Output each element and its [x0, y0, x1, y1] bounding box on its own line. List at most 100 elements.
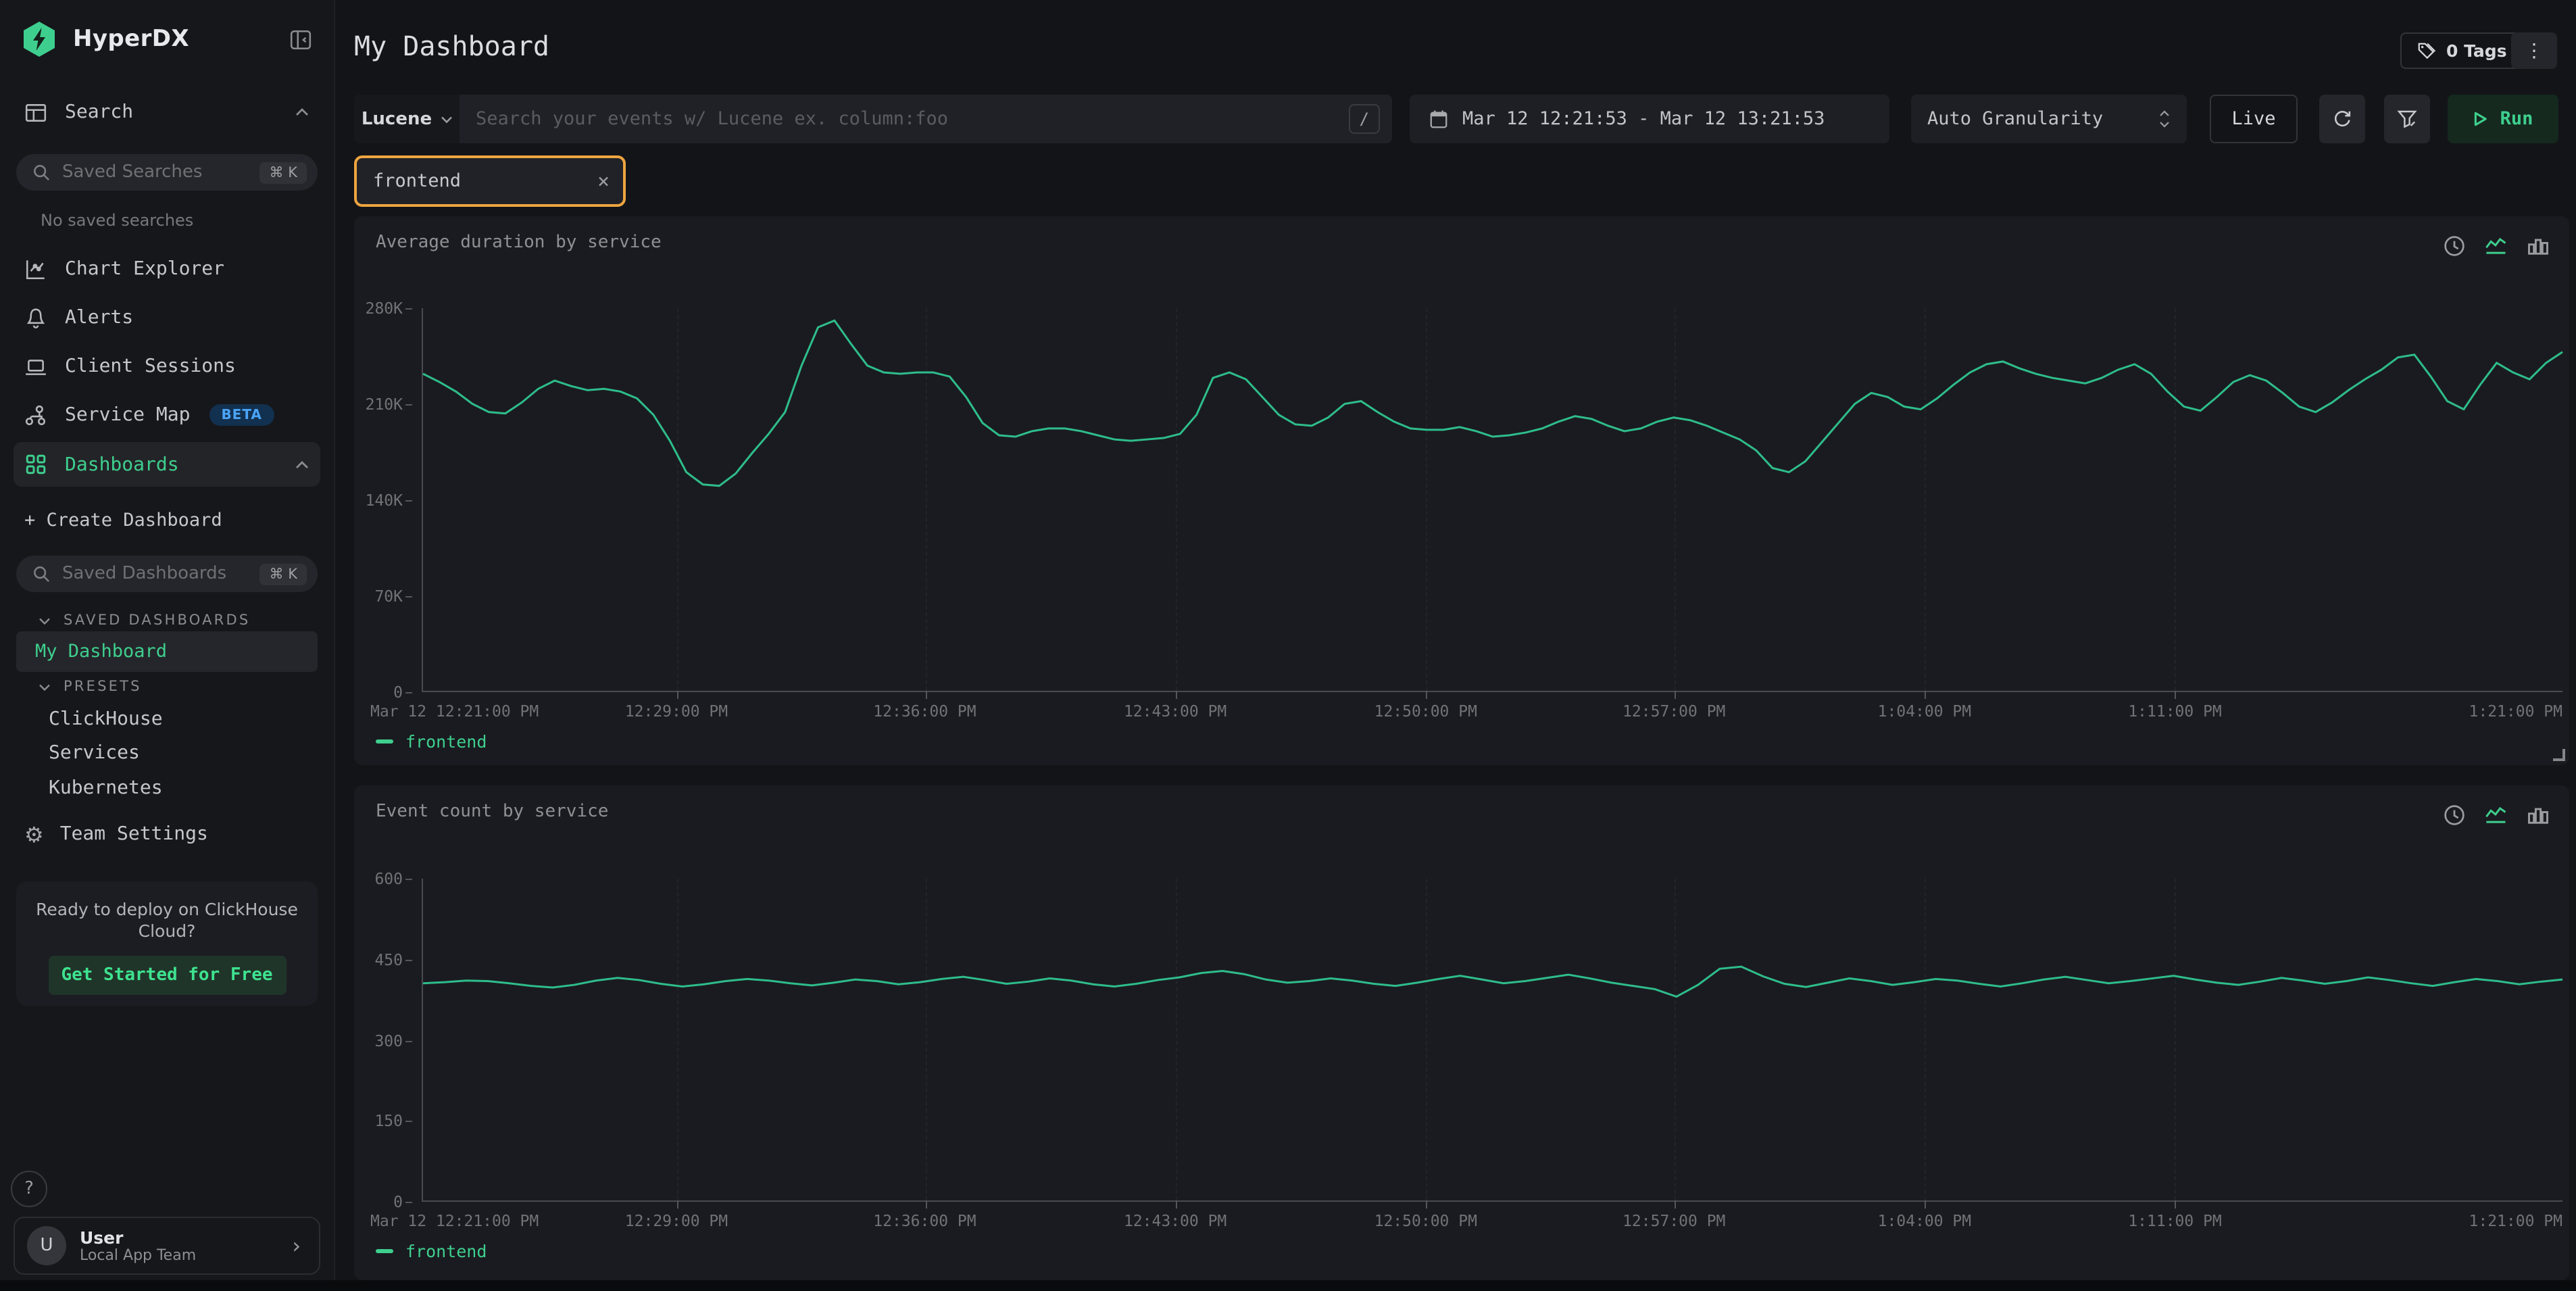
bar-chart-icon [2526, 234, 2550, 258]
more-menu-button[interactable]: ⋮ [2511, 32, 2557, 69]
x-axis-chart2: Mar 12 12:21:00 PM 12:29:00 PM 12:36:00 … [422, 1211, 2562, 1230]
y-tick: 150 [354, 1112, 403, 1131]
legend-dash-icon [376, 739, 393, 744]
y-tick: 210K [354, 395, 403, 414]
filter-funnel-icon [2396, 108, 2418, 130]
bar-chart-toggle-button[interactable] [2526, 803, 2550, 827]
search-icon [32, 565, 50, 583]
x-tick: 12:29:00 PM [625, 702, 728, 721]
saved-dashboards-search: ⌘ K [16, 556, 318, 592]
bell-icon [24, 306, 47, 329]
live-button[interactable]: Live [2210, 95, 2298, 143]
service-map-icon [24, 404, 47, 427]
granularity-select[interactable]: Auto Granularity [1911, 95, 2187, 143]
sidebar-item-my-dashboard[interactable]: My Dashboard [16, 631, 318, 672]
filter-button[interactable] [2384, 95, 2430, 143]
search-results-table-icon [24, 101, 47, 124]
section-label: PRESETS [64, 679, 142, 695]
sidebar-item-alerts[interactable]: Alerts [0, 300, 334, 335]
preset-kubernetes[interactable]: Kubernetes [0, 772, 334, 804]
x-tick: 12:43:00 PM [1124, 702, 1227, 721]
time-settings-button[interactable] [2442, 803, 2467, 827]
sidebar-item-client-sessions[interactable]: Client Sessions [0, 349, 334, 384]
clock-icon [2442, 803, 2467, 827]
collapse-sidebar-icon [289, 28, 312, 51]
chart-title: Event count by service [376, 802, 608, 822]
time-settings-button[interactable] [2442, 234, 2467, 258]
user-meta: User Local App Team [80, 1228, 196, 1263]
tags-button[interactable]: 0 Tags [2400, 32, 2523, 69]
run-query-button[interactable]: Run [2448, 95, 2558, 143]
y-tick: 0 [354, 683, 403, 702]
chevron-down-icon [440, 114, 452, 124]
app-window: HyperDX Search ⌘ K [0, 0, 2576, 1291]
get-started-button[interactable]: Get Started for Free [48, 956, 286, 995]
legend-item-frontend[interactable]: frontend [376, 1241, 487, 1261]
remove-filter-button[interactable]: × [597, 169, 610, 193]
refresh-icon [2331, 108, 2353, 130]
chart-explorer-icon [24, 258, 47, 281]
saved-searches-input[interactable] [62, 162, 260, 182]
x-tick: 12:43:00 PM [1124, 1211, 1227, 1230]
sidebar-item-service-map[interactable]: Service Map BETA [0, 397, 334, 433]
section-presets[interactable]: PRESETS [0, 676, 334, 698]
page-title: My Dashboard [354, 30, 549, 62]
collapse-sidebar-button[interactable] [289, 28, 312, 51]
no-saved-searches-note: No saved searches [0, 210, 334, 231]
x-tick: 12:36:00 PM [873, 702, 976, 721]
line-series-frontend [423, 308, 2562, 691]
sidebar-item-team-settings[interactable]: ⚙ Team Settings [0, 817, 334, 852]
plot-area-chart2 [422, 879, 2562, 1202]
promo-text-line1: Ready to deploy on ClickHouse [16, 899, 318, 921]
y-tick: 300 [354, 1031, 403, 1050]
query-toolbar: Lucene / Mar 12 12:21:53 - Mar 12 13:21:… [335, 95, 2576, 143]
x-tick: 12:50:00 PM [1374, 702, 1477, 721]
x-tick: 1:11:00 PM [2128, 702, 2222, 721]
sidebar-item-dashboards[interactable]: Dashboards [14, 442, 320, 487]
y-tick: 70K [354, 587, 403, 606]
preset-services[interactable]: Services [0, 737, 334, 769]
x-tick: 12:29:00 PM [625, 1211, 728, 1230]
promo-text-line2: Cloud? [16, 921, 318, 942]
x-tick: 1:11:00 PM [2128, 1211, 2222, 1230]
event-search-input[interactable] [460, 108, 1349, 130]
cmd-k-shortcut-badge: ⌘ K [260, 162, 307, 183]
sidebar-item-label: Chart Explorer [65, 258, 224, 280]
x-axis-chart1: Mar 12 12:21:00 PM 12:29:00 PM 12:36:00 … [422, 702, 2562, 721]
user-team: Local App Team [80, 1246, 196, 1263]
sidebar-item-label: Search [65, 101, 133, 123]
section-label: SAVED DASHBOARDS [64, 612, 250, 629]
help-button[interactable]: ? [11, 1171, 47, 1207]
legend-item-frontend[interactable]: frontend [376, 731, 487, 752]
refresh-button[interactable] [2319, 95, 2365, 143]
x-tick: 12:50:00 PM [1374, 1211, 1477, 1230]
saved-searches-search: ⌘ K [16, 154, 318, 191]
saved-dashboards-input[interactable] [62, 564, 260, 584]
sidebar-item-label: Alerts [65, 307, 133, 328]
app-title: HyperDX [73, 26, 189, 53]
legend-label: frontend [405, 1241, 487, 1261]
calendar-icon [1429, 108, 1449, 130]
run-label: Run [2500, 108, 2533, 130]
line-chart-toggle-button[interactable] [2484, 803, 2508, 827]
section-saved-dashboards[interactable]: SAVED DASHBOARDS [0, 610, 334, 631]
chevron-right-icon: › [290, 1233, 303, 1259]
query-language-select[interactable]: Lucene [354, 95, 460, 143]
filter-chip-frontend[interactable]: frontend × [354, 155, 626, 207]
line-chart-icon [2484, 803, 2508, 827]
cmd-k-shortcut-badge: ⌘ K [260, 563, 307, 585]
sidebar: HyperDX Search ⌘ K [0, 0, 335, 1280]
date-range-picker[interactable]: Mar 12 12:21:53 - Mar 12 13:21:53 [1410, 95, 1889, 143]
query-language-label: Lucene [362, 109, 432, 129]
panel-resize-handle[interactable] [2553, 749, 2565, 761]
slash-shortcut-badge: / [1349, 104, 1380, 134]
bar-chart-toggle-button[interactable] [2526, 234, 2550, 258]
sidebar-item-chart-explorer[interactable]: Chart Explorer [0, 251, 334, 287]
sidebar-item-search[interactable]: Search [0, 92, 334, 132]
user-menu[interactable]: U User Local App Team › [14, 1217, 320, 1275]
preset-clickhouse[interactable]: ClickHouse [0, 703, 334, 735]
line-chart-toggle-button[interactable] [2484, 234, 2508, 258]
create-dashboard-button[interactable]: + Create Dashboard [0, 503, 334, 538]
x-tick: 12:36:00 PM [873, 1211, 976, 1230]
granularity-value: Auto Granularity [1927, 108, 2103, 130]
